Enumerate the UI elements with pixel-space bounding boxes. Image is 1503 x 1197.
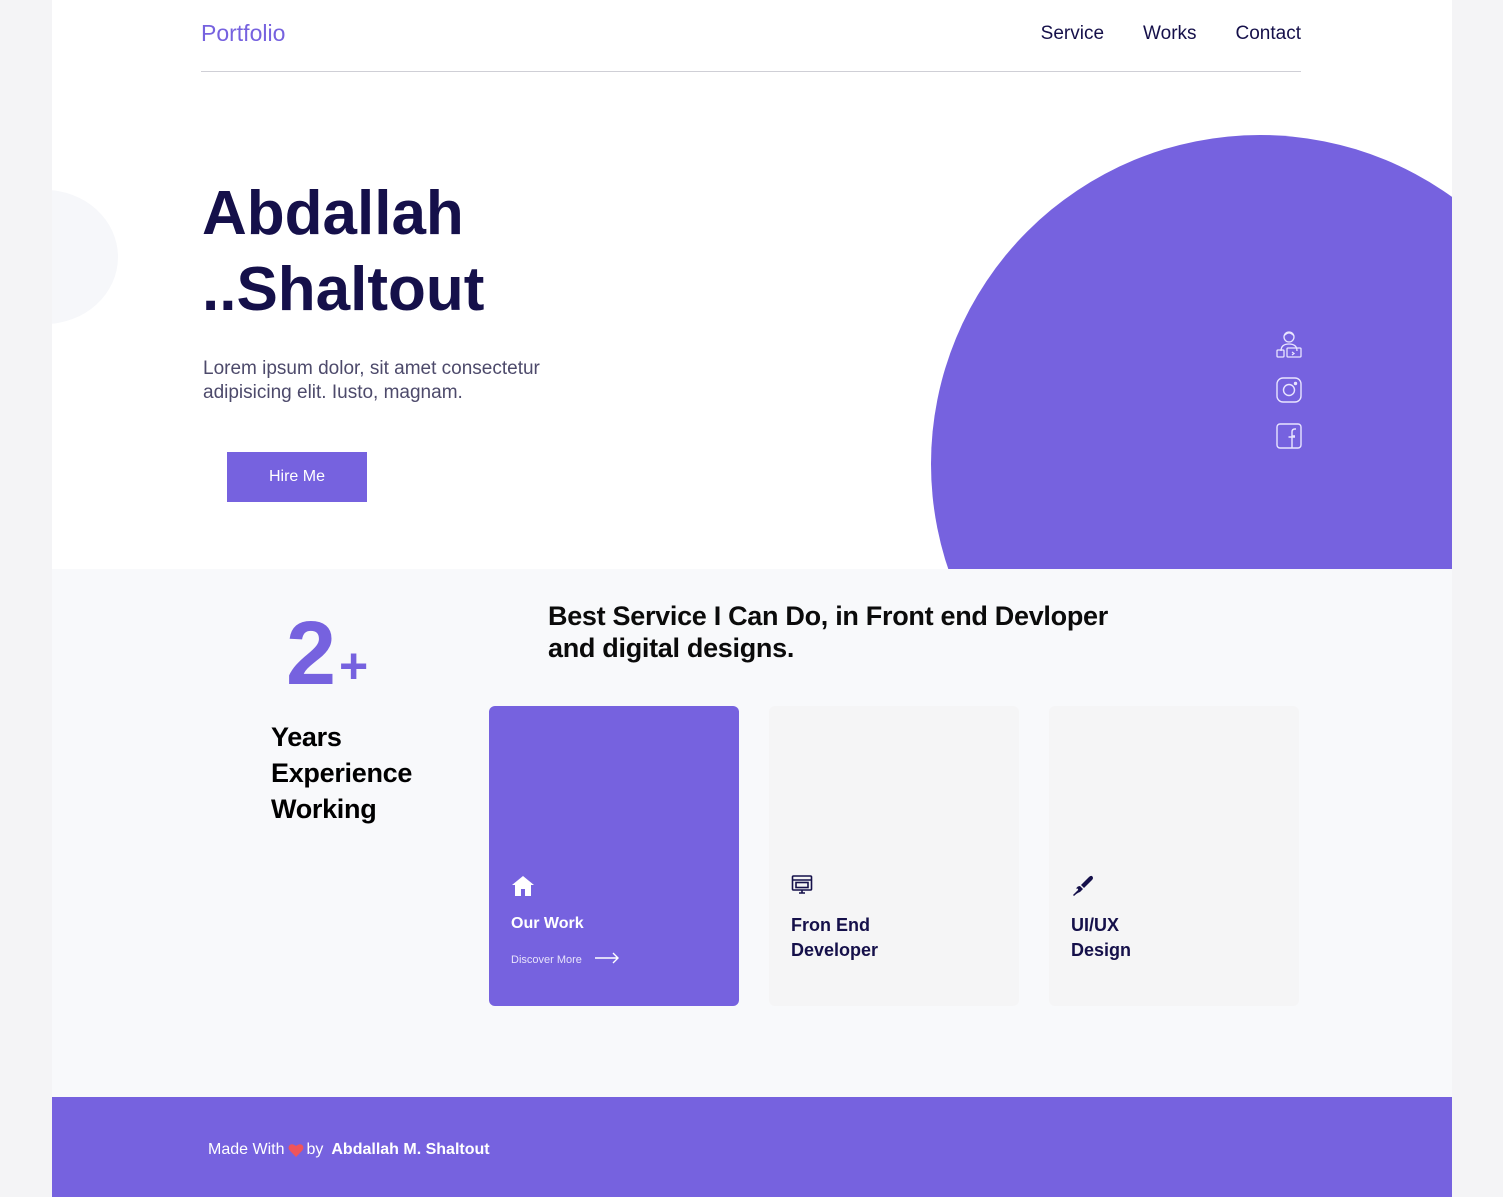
experience-line3: Working bbox=[271, 794, 377, 824]
service-card-title-line1: Fron End bbox=[791, 915, 870, 935]
services-section: 2 + Years Experience Working Best Servic… bbox=[52, 569, 1452, 1097]
decorative-circle-left bbox=[52, 190, 118, 324]
experience-line2: Experience bbox=[271, 758, 413, 788]
hero-title: Abdallah ..Shaltout bbox=[202, 176, 484, 328]
footer-by: by bbox=[306, 1141, 324, 1158]
services-heading: Best Service I Can Do, in Front end Devl… bbox=[548, 601, 1108, 663]
service-card-title: UI/UX Design bbox=[1071, 913, 1271, 963]
discover-more-label: Discover More bbox=[511, 953, 582, 966]
experience-number: 2 bbox=[286, 604, 337, 704]
service-card-title-line1: Our Work bbox=[511, 915, 584, 932]
instagram-icon[interactable] bbox=[1274, 374, 1304, 406]
hire-me-button[interactable]: Hire Me bbox=[227, 452, 367, 502]
experience-label: Years Experience Working bbox=[271, 719, 412, 827]
experience-plus: + bbox=[339, 638, 369, 694]
pen-nib-icon bbox=[1071, 874, 1095, 898]
discover-more-link[interactable]: Discover More bbox=[511, 952, 620, 967]
footer-made-with: Made With bbox=[208, 1141, 285, 1158]
home-icon bbox=[511, 874, 535, 898]
arrow-right-icon bbox=[594, 952, 620, 967]
service-card-our-work[interactable]: Our Work Discover More bbox=[489, 706, 739, 1006]
nav-works[interactable]: Works bbox=[1143, 23, 1196, 45]
social-links bbox=[1274, 328, 1304, 452]
experience-line1: Years bbox=[271, 722, 342, 752]
heart-icon bbox=[288, 1142, 304, 1158]
service-card-front-end[interactable]: Fron End Developer bbox=[769, 706, 1019, 1006]
nav-service[interactable]: Service bbox=[1041, 23, 1104, 45]
service-card-title: Fron End Developer bbox=[791, 913, 991, 963]
hero-description: Lorem ipsum dolor, sit amet consectetur … bbox=[203, 358, 540, 403]
nav-contact[interactable]: Contact bbox=[1236, 23, 1301, 45]
service-card-title-line2: Design bbox=[1071, 940, 1132, 960]
service-card-title: Our Work bbox=[511, 911, 711, 936]
footer-credit: Made With by Abdallah M. Shaltout bbox=[208, 1141, 490, 1159]
hero-title-line1: Abdallah bbox=[202, 179, 464, 248]
hero-title-line2: ..Shaltout bbox=[202, 255, 485, 324]
service-card-title-line2: Developer bbox=[791, 940, 879, 960]
footer-author: Abdallah M. Shaltout bbox=[331, 1141, 490, 1158]
service-card-ui-ux[interactable]: UI/UX Design bbox=[1049, 706, 1299, 1006]
developer-icon[interactable] bbox=[1274, 328, 1304, 360]
main-nav: Service Works Contact bbox=[1041, 23, 1301, 45]
page: Portfolio Service Works Contact Abdallah… bbox=[52, 0, 1452, 1197]
service-card-title-line1: UI/UX bbox=[1071, 915, 1120, 935]
monitor-code-icon bbox=[791, 874, 815, 898]
facebook-icon[interactable] bbox=[1274, 420, 1304, 452]
brand-logo[interactable]: Portfolio bbox=[201, 20, 285, 47]
header-divider bbox=[201, 71, 1301, 72]
footer: Made With by Abdallah M. Shaltout bbox=[52, 1097, 1452, 1197]
